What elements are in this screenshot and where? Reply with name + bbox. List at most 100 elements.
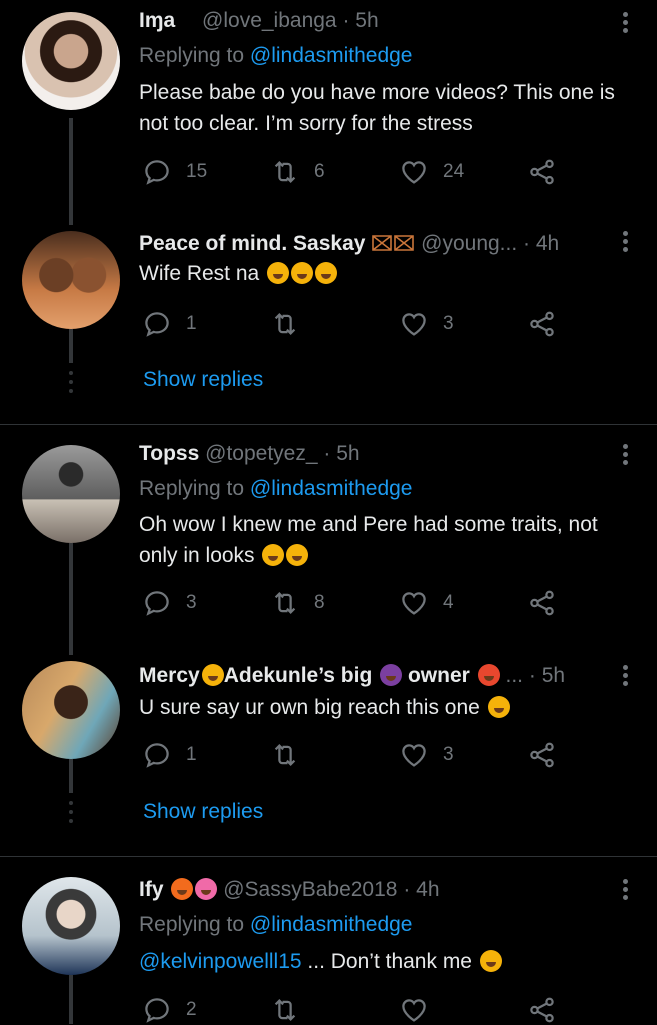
more-icon[interactable]: [623, 879, 629, 903]
reply-icon: [142, 309, 172, 339]
thread-dots: [69, 371, 74, 398]
tweet-actions: 2: [139, 995, 559, 1025]
share-button[interactable]: [527, 157, 557, 187]
retweet-icon: [270, 740, 300, 770]
like-button[interactable]: 24: [399, 157, 464, 187]
like-icon: [399, 740, 429, 770]
timestamp[interactable]: · 4h: [403, 878, 439, 901]
reply-count: 2: [186, 999, 197, 1020]
like-icon: [399, 995, 429, 1025]
tweet[interactable]: Topss @topetyez_ · 5h Replying to @linda…: [0, 425, 657, 655]
replying-to-link[interactable]: @lindasmithedge: [250, 44, 413, 67]
replying-to-link[interactable]: @lindasmithedge: [250, 477, 413, 500]
more-icon[interactable]: [623, 665, 629, 689]
avatar[interactable]: [22, 877, 120, 975]
timestamp[interactable]: · 4h: [523, 232, 559, 255]
display-name[interactable]: Ify: [139, 878, 164, 901]
like-icon: [399, 157, 429, 187]
like-button[interactable]: 3: [399, 309, 454, 339]
thread-line: [69, 975, 73, 1024]
avatar[interactable]: [22, 445, 120, 543]
like-count: 3: [443, 744, 454, 765]
laughing-emoji-icon: [291, 262, 314, 284]
tweet-header: Iɱa @love_ibanga · 5h: [139, 8, 617, 34]
more-icon[interactable]: [623, 12, 629, 36]
retweet-icon: [270, 157, 300, 187]
thread-line: [69, 543, 73, 655]
reply-count: 3: [186, 592, 197, 613]
retweet-button[interactable]: [270, 740, 314, 770]
thread-line: [69, 759, 73, 793]
tweet-text: Oh wow I knew me and Pere had some trait…: [139, 513, 598, 567]
tweet[interactable]: Mercy Adekunle’s big owner ... · 5h U sur…: [0, 655, 657, 855]
tweet-header: Peace of mind. Saskay @young... · 4h: [139, 231, 617, 257]
handle[interactable]: @SassyBabe2018: [223, 878, 397, 901]
share-button[interactable]: [527, 995, 557, 1025]
tweet-actions: 15 6 24: [139, 157, 559, 187]
show-replies-link[interactable]: Show replies: [143, 368, 263, 392]
reply-button[interactable]: 15: [142, 157, 207, 187]
more-icon[interactable]: [623, 231, 629, 255]
handle[interactable]: @love_ibanga: [202, 9, 337, 32]
retweet-button[interactable]: 8: [270, 588, 325, 618]
retweet-icon: [270, 588, 300, 618]
avatar[interactable]: [22, 231, 120, 329]
more-icon[interactable]: [623, 444, 629, 468]
reply-icon: [142, 740, 172, 770]
share-button[interactable]: [527, 740, 557, 770]
tweet[interactable]: Peace of mind. Saskay @young... · 4h Wif…: [0, 225, 657, 425]
retweet-button[interactable]: [270, 995, 314, 1025]
retweet-count: 6: [314, 161, 325, 182]
tweet-actions: 3 8 4: [139, 588, 559, 618]
retweet-icon: [270, 309, 300, 339]
share-button[interactable]: [527, 588, 557, 618]
hot-face-emoji-icon: [477, 664, 500, 686]
retweet-button[interactable]: [270, 309, 314, 339]
handle[interactable]: @topetyez_: [205, 442, 317, 465]
retweet-count: 8: [314, 592, 325, 613]
handle[interactable]: @young...: [421, 232, 517, 255]
retweet-button[interactable]: 6: [270, 157, 325, 187]
display-name[interactable]: Peace of mind. Saskay: [139, 232, 365, 255]
avatar[interactable]: [22, 12, 120, 110]
tweet-header: Ify @SassyBabe2018 · 4h: [139, 877, 617, 903]
reply-button[interactable]: 3: [142, 588, 197, 618]
tweet[interactable]: Iɱa @love_ibanga · 5h Replying to @linda…: [0, 0, 657, 225]
tweet-actions: 1 3: [139, 309, 559, 339]
share-button[interactable]: [527, 309, 557, 339]
tweet-header: Topss @topetyez_ · 5h: [139, 441, 617, 467]
handle[interactable]: ...: [506, 664, 524, 687]
like-button[interactable]: [399, 995, 443, 1025]
tweet-text: Wife Rest na: [139, 258, 635, 289]
display-name-part[interactable]: Adekunle’s big: [224, 664, 373, 687]
timestamp[interactable]: · 5h: [342, 9, 378, 32]
share-icon: [527, 309, 557, 339]
replying-to-link[interactable]: @lindasmithedge: [250, 913, 413, 936]
replying-to: Replying to @lindasmithedge: [139, 44, 413, 67]
display-name-part[interactable]: owner: [408, 664, 470, 687]
replying-to: Replying to @lindasmithedge: [139, 913, 413, 936]
display-name[interactable]: Iɱa: [139, 9, 196, 32]
like-count: 3: [443, 313, 454, 334]
share-icon: [527, 157, 557, 187]
mention-link[interactable]: @kelvinpowelll15: [139, 950, 302, 973]
show-replies-link[interactable]: Show replies: [143, 800, 263, 824]
like-button[interactable]: 4: [399, 588, 454, 618]
tweet[interactable]: Ify @SassyBabe2018 · 4h Replying to @lin…: [0, 857, 657, 1024]
timestamp[interactable]: · 5h: [323, 442, 359, 465]
display-name[interactable]: Topss: [139, 442, 199, 465]
avatar[interactable]: [22, 661, 120, 759]
reply-icon: [142, 588, 172, 618]
reply-button[interactable]: 1: [142, 309, 197, 339]
cross-icon: [394, 235, 415, 251]
reply-button[interactable]: 2: [142, 995, 197, 1025]
reply-button[interactable]: 1: [142, 740, 197, 770]
upside-down-face-emoji-icon: [479, 950, 502, 972]
retweet-icon: [270, 995, 300, 1025]
display-name[interactable]: Mercy: [139, 664, 200, 687]
laughing-emoji-icon: [315, 262, 338, 284]
like-icon: [399, 588, 429, 618]
reply-icon: [142, 157, 172, 187]
like-button[interactable]: 3: [399, 740, 454, 770]
timestamp[interactable]: · 5h: [529, 664, 565, 687]
